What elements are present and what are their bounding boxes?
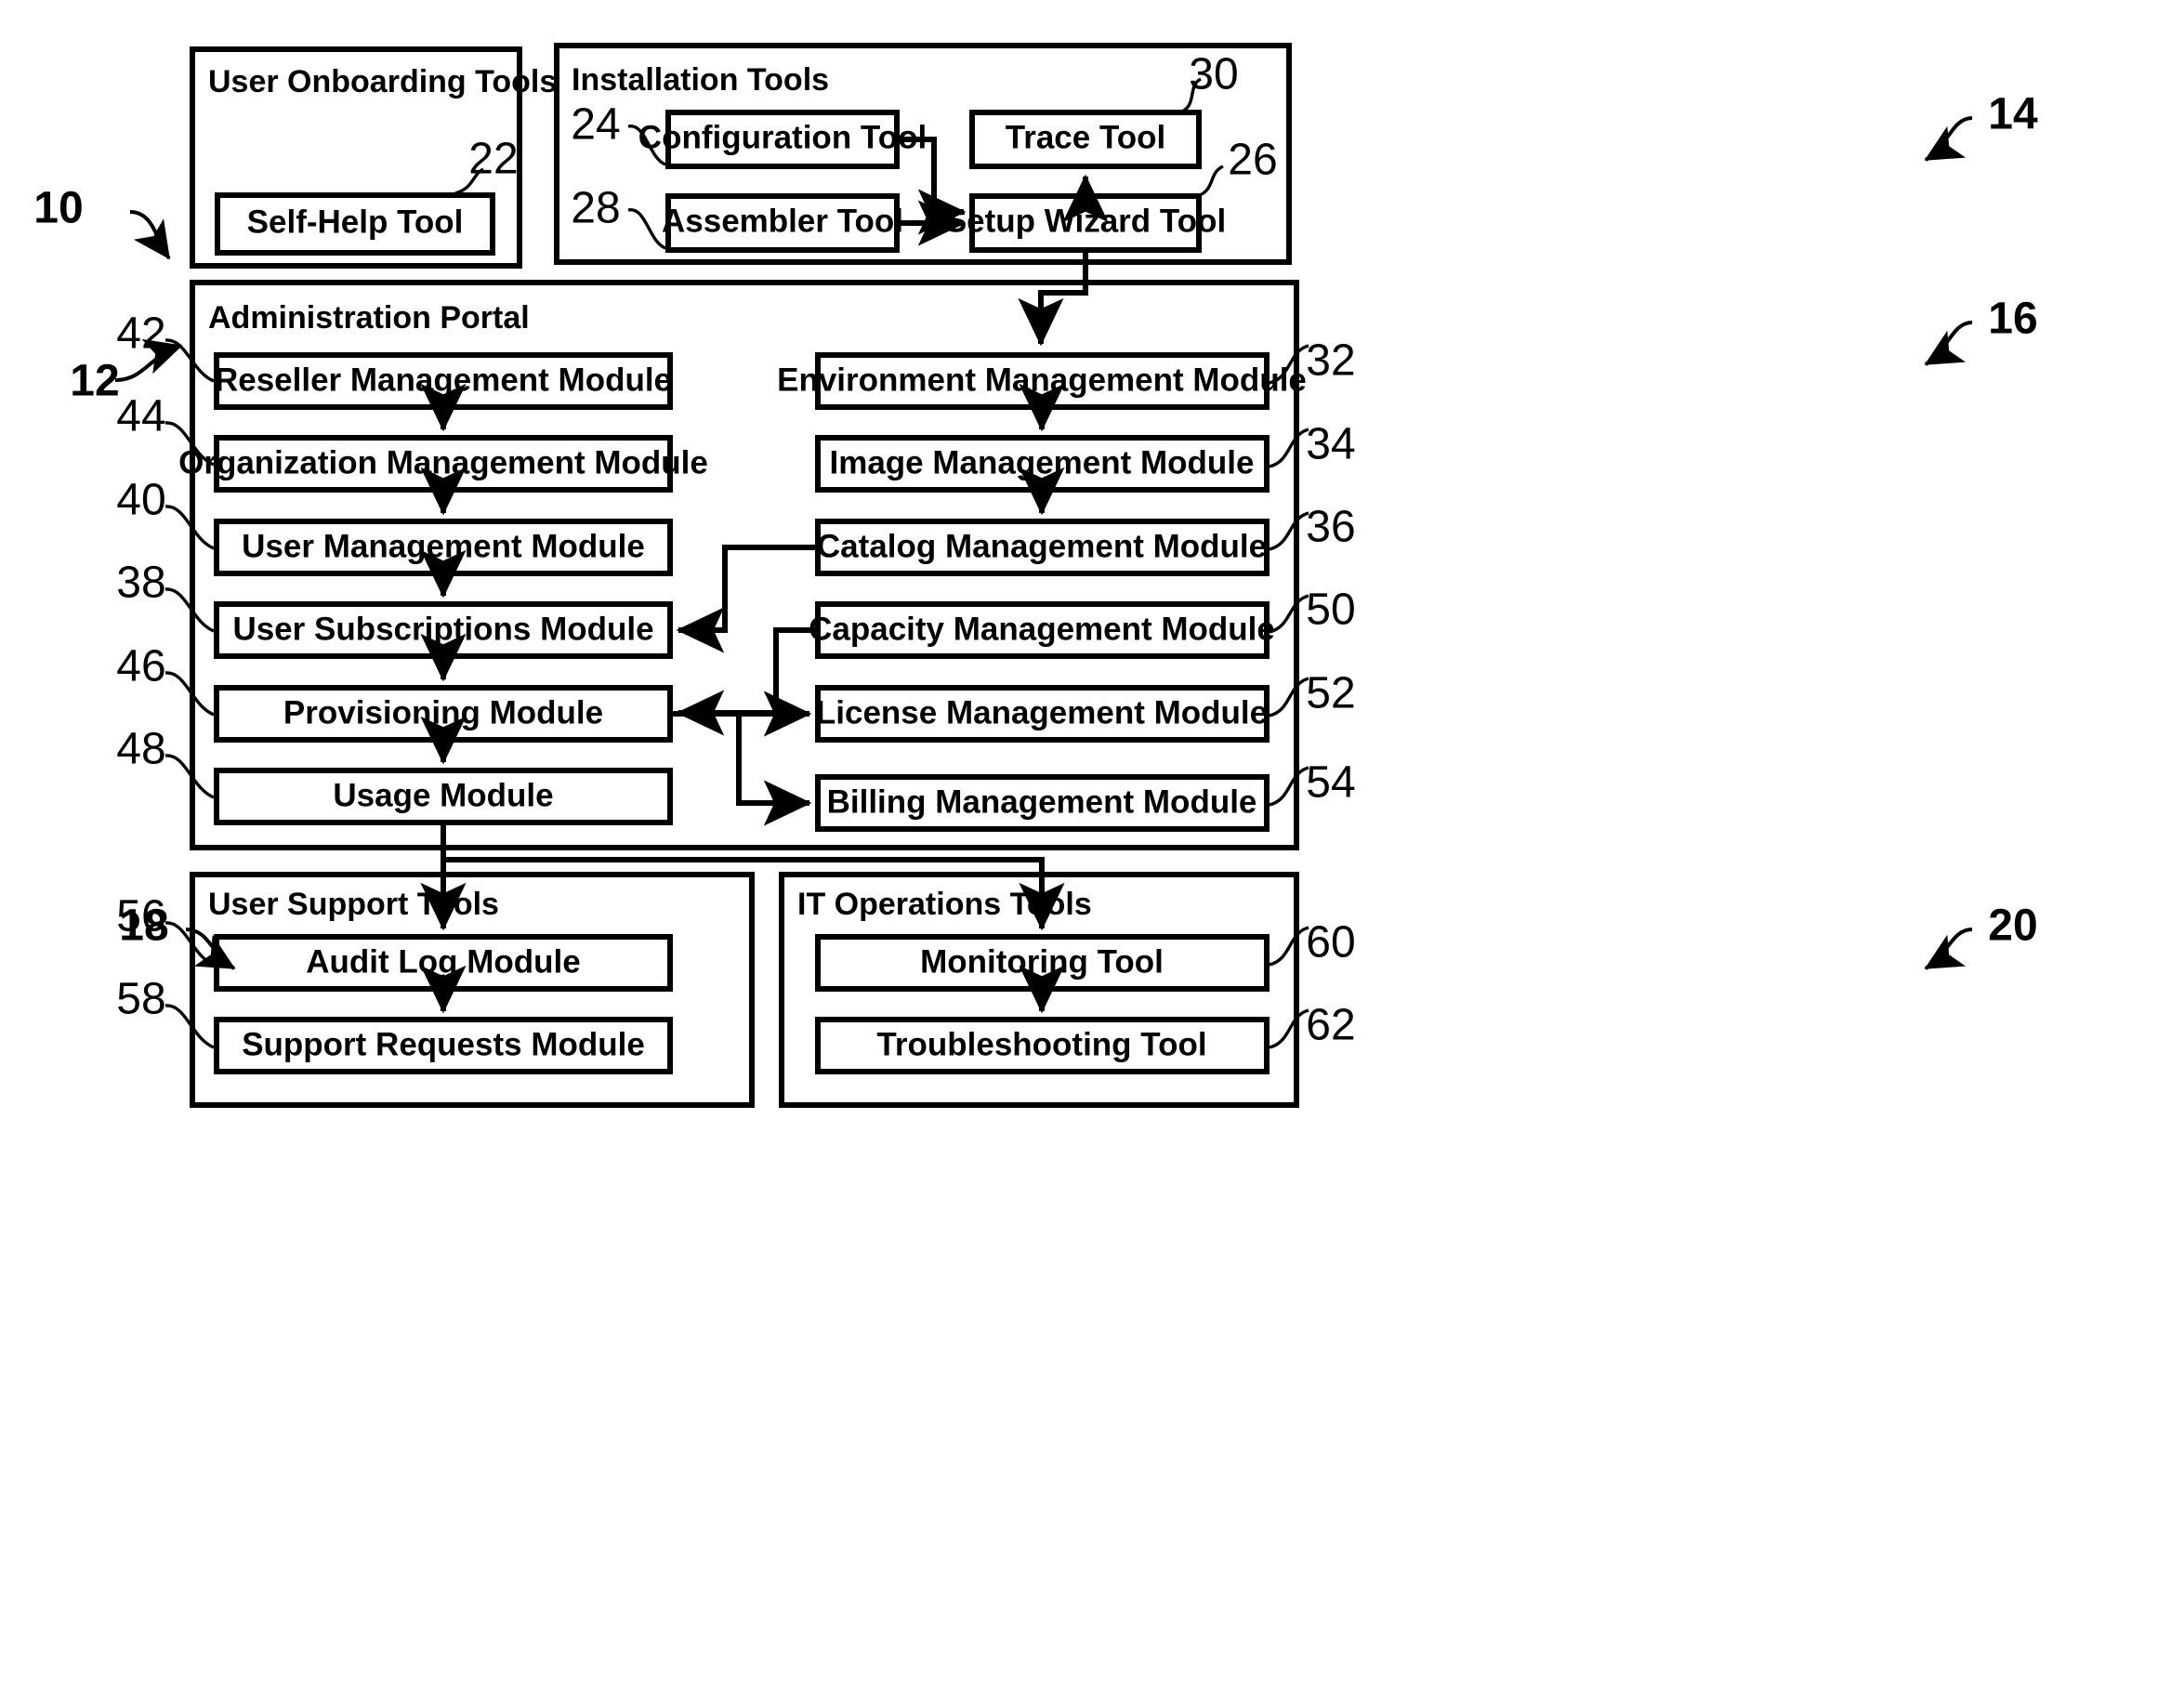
ref-52: 52 bbox=[1306, 669, 1355, 718]
leader-28 bbox=[627, 208, 666, 250]
ref-34: 34 bbox=[1306, 420, 1355, 469]
ref-32: 32 bbox=[1306, 336, 1355, 386]
ref-58: 58 bbox=[116, 975, 165, 1024]
label-assembler-tool: Assembler Tool bbox=[662, 203, 903, 239]
leader-10 bbox=[129, 210, 171, 260]
leader-26 bbox=[1196, 165, 1224, 198]
leader-60 bbox=[1269, 926, 1309, 967]
ref-48: 48 bbox=[116, 725, 165, 774]
leader-52 bbox=[1269, 677, 1309, 717]
ref-36: 36 bbox=[1306, 503, 1355, 552]
ref-38: 38 bbox=[116, 559, 165, 608]
conn-catalog-to-user-subscriptions bbox=[676, 545, 815, 653]
leader-16 bbox=[1924, 321, 1973, 366]
leader-54 bbox=[1269, 766, 1309, 807]
diagram-svg: User Onboarding Tools Self-Help Tool 22 … bbox=[33, 43, 2038, 1108]
ref-40: 40 bbox=[116, 476, 165, 525]
ref-46: 46 bbox=[116, 642, 165, 691]
label-user-subscriptions-module: User Subscriptions Module bbox=[232, 611, 653, 647]
leader-14 bbox=[1924, 116, 1973, 162]
leader-34 bbox=[1269, 428, 1309, 468]
label-billing-management-module: Billing Management Module bbox=[827, 783, 1257, 820]
ref-24: 24 bbox=[571, 100, 620, 150]
ref-12: 12 bbox=[70, 357, 119, 406]
group-title-user-support-tools: User Support Tools bbox=[208, 887, 499, 922]
label-image-management-module: Image Management Module bbox=[829, 444, 1254, 480]
ref-28: 28 bbox=[571, 184, 620, 233]
group-title-it-operations-tools: IT Operations Tools bbox=[797, 887, 1092, 922]
label-troubleshooting-tool: Troubleshooting Tool bbox=[876, 1026, 1206, 1062]
label-environment-management-module: Environment Management Module bbox=[777, 362, 1307, 398]
label-monitoring-tool: Monitoring Tool bbox=[920, 943, 1164, 980]
ref-20: 20 bbox=[1988, 902, 2037, 951]
ref-42: 42 bbox=[116, 309, 165, 359]
ref-26: 26 bbox=[1228, 136, 1277, 185]
ref-10: 10 bbox=[33, 184, 83, 233]
conn-provisioning-to-billing bbox=[736, 714, 812, 826]
leader-36 bbox=[1269, 511, 1309, 551]
label-audit-log-module: Audit Log Module bbox=[306, 943, 580, 980]
label-self-help-tool: Self-Help Tool bbox=[247, 204, 464, 240]
label-capacity-management-module: Capacity Management Module bbox=[809, 611, 1275, 647]
ref-30: 30 bbox=[1189, 50, 1238, 99]
conn-capacity-to-provisioning bbox=[676, 627, 815, 736]
ref-16: 16 bbox=[1988, 295, 2037, 344]
label-usage-module: Usage Module bbox=[333, 777, 553, 813]
leader-20 bbox=[1924, 928, 1973, 970]
label-user-management-module: User Management Module bbox=[242, 528, 645, 564]
label-support-requests-module: Support Requests Module bbox=[242, 1026, 645, 1062]
ref-22: 22 bbox=[468, 135, 518, 184]
conn-setup-wizard-to-environment-management bbox=[1018, 253, 1088, 347]
label-organization-management-module: Organization Management Module bbox=[178, 444, 708, 480]
ref-62: 62 bbox=[1306, 1001, 1355, 1050]
ref-60: 60 bbox=[1306, 918, 1355, 967]
leader-62 bbox=[1269, 1008, 1309, 1049]
label-reseller-management-module: Reseller Management Module bbox=[215, 362, 672, 398]
label-provisioning-module: Provisioning Module bbox=[283, 694, 603, 731]
ref-44: 44 bbox=[116, 392, 165, 441]
group-title-user-onboarding-tools: User Onboarding Tools bbox=[208, 64, 557, 99]
label-catalog-management-module: Catalog Management Module bbox=[817, 528, 1267, 564]
label-trace-tool: Trace Tool bbox=[1006, 119, 1165, 155]
ref-18: 18 bbox=[119, 902, 168, 951]
figure-canvas: User Onboarding Tools Self-Help Tool 22 … bbox=[0, 0, 2184, 1698]
ref-50: 50 bbox=[1306, 586, 1355, 635]
group-title-installation-tools: Installation Tools bbox=[572, 62, 829, 98]
leader-50 bbox=[1269, 594, 1309, 634]
label-setup-wizard-tool: Setup Wizard Tool bbox=[945, 203, 1226, 239]
ref-54: 54 bbox=[1306, 758, 1355, 808]
ref-14: 14 bbox=[1988, 90, 2038, 139]
group-title-administration-portal: Administration Portal bbox=[208, 300, 530, 336]
label-license-management-module: License Management Module bbox=[816, 694, 1268, 731]
label-configuration-tool: Configuration Tool bbox=[638, 119, 927, 155]
